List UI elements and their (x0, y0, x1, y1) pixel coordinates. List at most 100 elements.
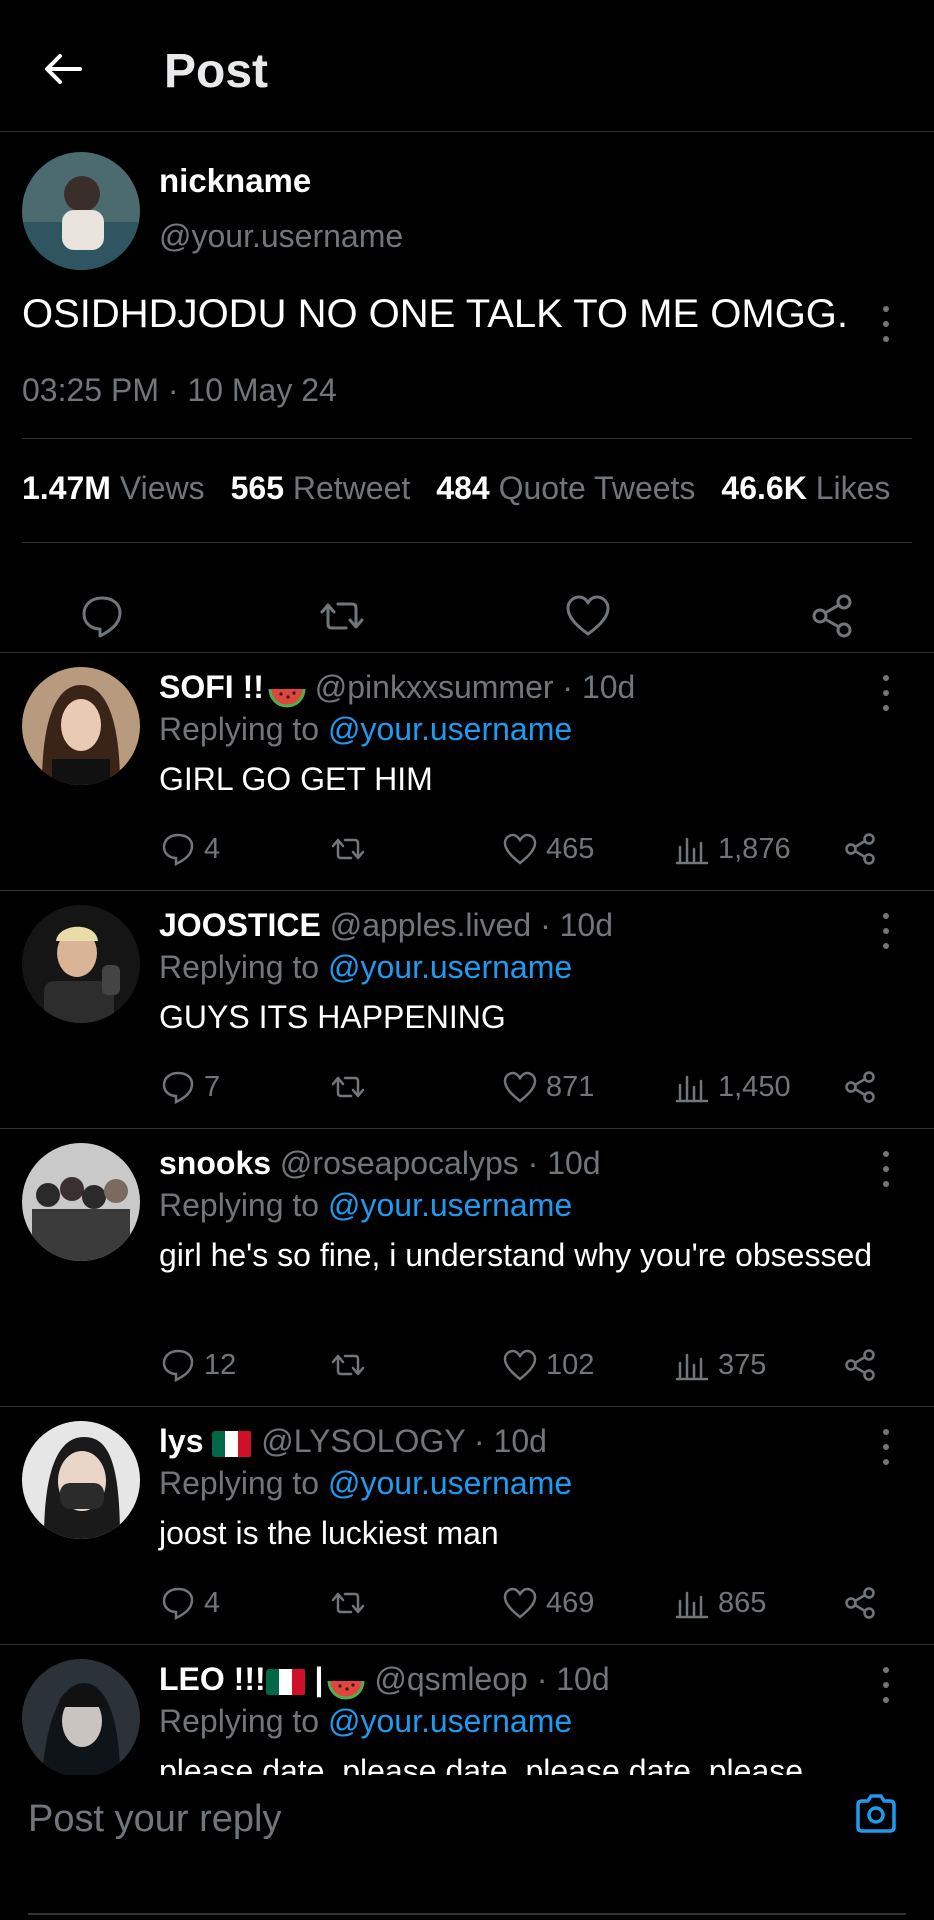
like-icon[interactable] (564, 592, 612, 640)
reply-comment-button[interactable]: 12 (160, 1347, 236, 1383)
more-options-icon[interactable] (876, 1667, 896, 1703)
views-count: 1.47M (22, 470, 111, 506)
replying-to-link[interactable]: @your.username (328, 711, 572, 747)
reply-avatar[interactable] (22, 1659, 140, 1775)
reply-item[interactable]: SOFI !! @pinkxxsummer · 10d Replying to … (0, 652, 934, 890)
reply-avatar[interactable] (22, 1421, 140, 1539)
reply-author-name[interactable]: lys (159, 1423, 203, 1459)
reply-author-name[interactable]: snooks (159, 1145, 271, 1181)
reply-retweet-button[interactable] (330, 1347, 374, 1383)
back-button[interactable] (38, 44, 88, 94)
page-title: Post (164, 45, 269, 98)
reply-like-button[interactable]: 871 (502, 1069, 594, 1105)
share-icon (845, 1071, 875, 1103)
more-options-icon[interactable] (876, 306, 896, 342)
reply-share-button[interactable] (842, 1347, 886, 1383)
comment-count: 12 (204, 1348, 237, 1381)
like-icon (503, 1349, 537, 1381)
quote-count: 484 (436, 470, 490, 506)
reply-author-handle[interactable]: @qsmleop · 10d (374, 1661, 609, 1697)
replying-to: Replying to @your.username (159, 1703, 572, 1740)
reply-header: SOFI !! @pinkxxsummer · 10d (159, 669, 636, 708)
retweet-label[interactable]: Retweet (293, 470, 410, 506)
replying-to-link[interactable]: @your.username (328, 949, 572, 985)
more-options-icon[interactable] (876, 913, 896, 949)
likes-count: 46.6K (721, 470, 807, 506)
reply-item[interactable]: lys @LYSOLOGY · 10d Replying to @your.us… (0, 1406, 934, 1644)
replying-to-link[interactable]: @your.username (328, 1465, 572, 1501)
reply-author-handle[interactable]: @apples.lived · 10d (330, 907, 613, 943)
reply-share-button[interactable] (842, 1585, 886, 1621)
retweet-count: 565 (230, 470, 284, 506)
divider (28, 1913, 906, 1915)
more-options-icon[interactable] (876, 1429, 896, 1465)
reply-item[interactable]: LEO !!! | @qsmleop · 10d Replying to @yo… (0, 1644, 934, 1775)
reply-share-button[interactable] (842, 831, 886, 867)
reply-icon (162, 1349, 194, 1383)
reply-comment-button[interactable]: 4 (160, 831, 220, 867)
reply-avatar[interactable] (22, 1143, 140, 1261)
comment-count: 4 (204, 832, 221, 865)
more-options-icon[interactable] (876, 675, 896, 711)
post-actions (0, 562, 934, 662)
reply-item[interactable]: JOOSTICE @apples.lived · 10d Replying to… (0, 890, 934, 1128)
views-icon (675, 1591, 709, 1619)
reply-author-name-separator: | (305, 1661, 324, 1697)
replying-prefix: Replying to (159, 1465, 328, 1501)
arrow-left-icon (45, 54, 82, 84)
reply-retweet-button[interactable] (330, 1585, 374, 1621)
reply-item[interactable]: snooks @roseapocalyps · 10d Replying to … (0, 1128, 934, 1406)
share-icon[interactable] (808, 592, 856, 640)
reply-author-name[interactable]: SOFI !! (159, 669, 264, 705)
reply-author-handle[interactable]: @pinkxxsummer · 10d (315, 669, 636, 705)
reply-views-button[interactable]: 375 (674, 1347, 766, 1383)
reply-text: GIRL GO GET HIM (159, 761, 433, 797)
reply-text: GUYS ITS HAPPENING (159, 999, 506, 1035)
retweet-icon (331, 1076, 365, 1098)
views-label[interactable]: Views (120, 470, 205, 506)
like-icon (503, 1587, 537, 1619)
reply-author-handle[interactable]: @roseapocalyps · 10d (280, 1145, 601, 1181)
views-count: 865 (718, 1586, 767, 1619)
reply-retweet-button[interactable] (330, 1069, 374, 1105)
author-handle[interactable]: @your.username (159, 218, 403, 255)
reply-like-button[interactable]: 465 (502, 831, 594, 867)
reply-comment-button[interactable]: 7 (160, 1069, 220, 1105)
reply-views-button[interactable]: 1,876 (674, 831, 791, 867)
reply-avatar[interactable] (22, 667, 140, 785)
reply-retweet-button[interactable] (330, 831, 374, 867)
views-icon (675, 1075, 709, 1103)
reply-header: lys @LYSOLOGY · 10d (159, 1423, 547, 1460)
replying-prefix: Replying to (159, 711, 328, 747)
replying-to-link[interactable]: @your.username (328, 1703, 572, 1739)
replying-to: Replying to @your.username (159, 949, 572, 986)
quote-label[interactable]: Quote Tweets (499, 470, 696, 506)
author-avatar[interactable] (22, 152, 140, 270)
retweet-icon (331, 838, 365, 860)
replying-prefix: Replying to (159, 949, 328, 985)
camera-button[interactable] (852, 1791, 900, 1839)
reply-author-name[interactable]: LEO !!! (159, 1661, 266, 1697)
author-name[interactable]: nickname (159, 162, 311, 200)
reply-author-handle[interactable]: @LYSOLOGY · 10d (261, 1423, 547, 1459)
reply-like-button[interactable]: 102 (502, 1347, 594, 1383)
share-icon (845, 1587, 875, 1619)
reply-author-name[interactable]: JOOSTICE (159, 907, 321, 943)
replying-to-link[interactable]: @your.username (328, 1187, 572, 1223)
reply-icon[interactable] (78, 592, 126, 640)
likes-label[interactable]: Likes (816, 470, 891, 506)
replying-to: Replying to @your.username (159, 1465, 572, 1502)
reply-share-button[interactable] (842, 1069, 886, 1105)
reply-avatar[interactable] (22, 905, 140, 1023)
more-options-icon[interactable] (876, 1151, 896, 1187)
reply-like-button[interactable]: 469 (502, 1585, 594, 1621)
like-icon (503, 1071, 537, 1103)
reply-comment-button[interactable]: 4 (160, 1585, 220, 1621)
reply-views-button[interactable]: 1,450 (674, 1069, 791, 1105)
retweet-icon[interactable] (318, 592, 366, 640)
like-count: 102 (546, 1348, 595, 1381)
reply-views-button[interactable]: 865 (674, 1585, 766, 1621)
views-icon (675, 837, 709, 865)
reply-actions: 4 469 865 (0, 1585, 934, 1629)
reply-input[interactable] (28, 1791, 828, 1847)
